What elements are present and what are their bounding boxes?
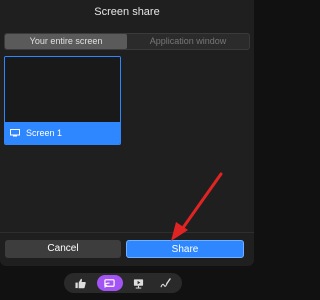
present-button[interactable] — [128, 275, 150, 291]
screen-option-label-bar: Screen 1 — [5, 122, 120, 144]
cancel-button[interactable]: Cancel — [5, 240, 121, 258]
screen-option-card[interactable]: Screen 1 — [4, 56, 121, 145]
dialog-title: Screen share — [94, 6, 160, 18]
monitor-icon — [10, 129, 20, 137]
thumbs-up-icon — [75, 278, 86, 288]
reactions-button[interactable] — [70, 275, 92, 291]
present-icon — [133, 278, 144, 289]
meeting-toolbar — [64, 273, 182, 293]
draw-icon — [160, 277, 171, 287]
screen-thumbnail — [5, 57, 120, 122]
draw-button[interactable] — [155, 275, 177, 291]
screen-share-icon — [104, 278, 115, 288]
screen-option-label: Screen 1 — [26, 128, 63, 138]
share-source-tabs: Your entire screen Application window — [4, 33, 250, 50]
tab-entire-screen[interactable]: Your entire screen — [5, 34, 127, 49]
share-button[interactable]: Share — [126, 240, 244, 258]
annotation-arrow — [171, 172, 223, 241]
tab-application-window[interactable]: Application window — [127, 34, 249, 49]
screen-share-button[interactable] — [96, 275, 123, 291]
